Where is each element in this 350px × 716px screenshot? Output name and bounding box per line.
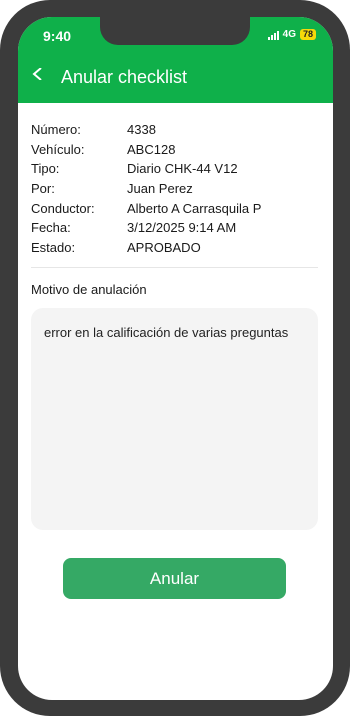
detail-label: Por:: [31, 181, 55, 197]
detail-label: Estado:: [31, 239, 76, 255]
motivo-textarea[interactable]: error en la calificación de varias pregu…: [31, 308, 318, 530]
detail-row-vehiculo: Vehículo: ABC128: [31, 140, 261, 160]
status-time: 9:40: [43, 28, 72, 44]
detail-value: Diario CHK-44 V12: [127, 161, 238, 177]
detail-label: Número:: [31, 122, 81, 138]
notch: [100, 17, 250, 45]
page-title: Anular checklist: [61, 67, 188, 87]
detail-value: 3/12/2025 9:14 AM: [127, 220, 237, 236]
detail-row-numero: Número: 4338: [31, 120, 261, 140]
screen: 9:40 4G 78 Anular checklist Número: 4338…: [18, 17, 333, 700]
detail-label: Tipo:: [31, 161, 60, 177]
detail-row-tipo: Tipo: Diario CHK-44 V12: [31, 159, 261, 179]
detail-value: 4338: [127, 122, 156, 138]
network-label: 4G: [282, 29, 296, 40]
checklist-details: Número: 4338 Vehículo: ABC128 Tipo: Diar…: [31, 120, 261, 257]
anular-button[interactable]: Anular: [63, 558, 286, 599]
detail-row-por: Por: Juan Perez: [31, 179, 261, 199]
motivo-label: Motivo de anulación: [31, 282, 147, 297]
detail-label: Fecha:: [31, 220, 71, 236]
detail-value: APROBADO: [127, 239, 201, 255]
detail-row-estado: Estado: APROBADO: [31, 238, 261, 258]
detail-row-conductor: Conductor: Alberto A Carrasquila P: [31, 198, 261, 218]
detail-label: Conductor:: [31, 200, 95, 216]
signal-icon: [267, 30, 279, 40]
chevron-left-icon[interactable]: [32, 68, 44, 80]
detail-label: Vehículo:: [31, 141, 85, 157]
detail-value: Juan Perez: [127, 181, 193, 197]
app-header: 9:40 4G 78 Anular checklist: [18, 17, 333, 103]
detail-row-fecha: Fecha: 3/12/2025 9:14 AM: [31, 218, 261, 238]
status-indicators: 4G 78: [267, 29, 316, 40]
detail-value: ABC128: [127, 141, 176, 157]
divider: [31, 267, 318, 268]
detail-value: Alberto A Carrasquila P: [127, 200, 262, 216]
battery-icon: 78: [299, 29, 316, 40]
